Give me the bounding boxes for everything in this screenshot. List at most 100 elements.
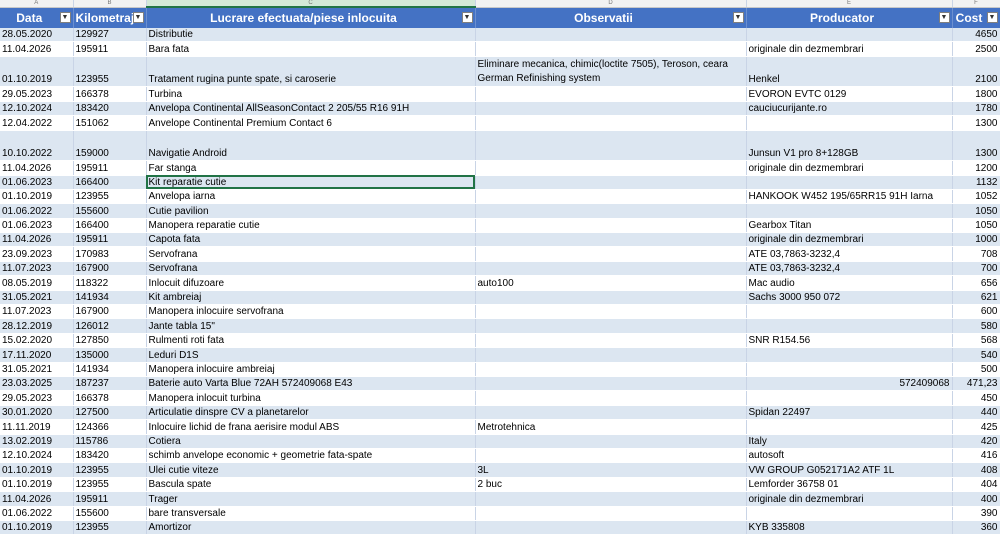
cell-cost[interactable]: 621 [952,290,1000,306]
cell-producator[interactable] [746,175,953,190]
cell-data[interactable]: 12.04.2022 [0,115,74,131]
cell-producator[interactable]: Junsun V1 pro 8+128GB [746,130,953,162]
cell-lucrare[interactable]: Inlocuire lichid de frana aerisire modul… [146,419,476,435]
cell-lucrare[interactable]: Amortizor [146,520,476,536]
cell-data[interactable]: 08.05.2019 [0,275,74,291]
cell-kilometraj[interactable]: 166400 [73,218,147,234]
cell-observatii[interactable] [475,390,747,406]
cell-producator[interactable]: autosoft [746,448,953,464]
cell-kilometraj[interactable]: 126012 [73,318,147,334]
cell-observatii[interactable] [475,520,747,536]
cell-lucrare[interactable]: Navigatie Android [146,130,476,162]
cell-cost[interactable]: 1050 [952,203,1000,219]
cell-lucrare[interactable]: Anvelopa iarna [146,189,476,205]
cell-observatii[interactable] [475,246,747,262]
cell-kilometraj[interactable]: 124366 [73,419,147,435]
cell-producator[interactable]: Gearbox Titan [746,218,953,234]
cell-cost[interactable]: 1052 [952,189,1000,205]
cell-observatii[interactable] [475,491,747,507]
cell-lucrare[interactable]: Capota fata [146,232,476,248]
cell-lucrare[interactable]: Bascula spate [146,477,476,493]
cell-cost[interactable]: 1780 [952,101,1000,117]
cell-lucrare[interactable]: Tratament rugina punte spate, si caroser… [146,56,476,88]
cell-lucrare[interactable]: Inlocuit difuzoare [146,275,476,291]
cell-producator[interactable]: originale din dezmembrari [746,160,953,176]
cell-lucrare[interactable]: Anvelope Continental Premium Contact 6 [146,115,476,131]
cell-data[interactable]: 11.07.2023 [0,261,74,277]
cell-kilometraj[interactable]: 166378 [73,390,147,406]
cell-kilometraj[interactable]: 155600 [73,506,147,521]
cell-observatii[interactable] [475,41,747,57]
cell-kilometraj[interactable]: 123955 [73,56,147,88]
column-letter[interactable]: F [952,0,1000,8]
cell-producator[interactable] [746,362,953,378]
column-letter[interactable]: B [73,0,147,8]
cell-data[interactable]: 15.02.2020 [0,333,74,349]
cell-observatii[interactable] [475,175,747,190]
cell-observatii[interactable] [475,86,747,102]
cell-cost[interactable]: 600 [952,304,1000,320]
cell-data[interactable]: 01.10.2019 [0,189,74,205]
filter-dropdown-icon[interactable]: ▼ [938,11,950,23]
cell-data[interactable]: 01.10.2019 [0,56,74,88]
cell-producator[interactable]: SNR R154.56 [746,333,953,349]
cell-lucrare[interactable]: Rulmenti roti fata [146,333,476,349]
cell-lucrare[interactable]: bare transversale [146,506,476,521]
cell-observatii[interactable] [475,130,747,162]
cell-cost[interactable]: 500 [952,362,1000,378]
cell-kilometraj[interactable]: 141934 [73,290,147,306]
cell-observatii[interactable] [475,115,747,131]
cell-kilometraj[interactable]: 183420 [73,101,147,117]
cell-data[interactable]: 12.10.2024 [0,101,74,117]
cell-cost[interactable]: 700 [952,261,1000,277]
cell-data[interactable]: 11.07.2023 [0,304,74,320]
cell-data[interactable]: 23.09.2023 [0,246,74,262]
cell-data[interactable]: 10.10.2022 [0,130,74,162]
cell-kilometraj[interactable]: 166378 [73,86,147,102]
cell-data[interactable]: 30.01.2020 [0,405,74,421]
cell-kilometraj[interactable]: 195911 [73,491,147,507]
cell-producator[interactable] [746,347,953,363]
cell-cost[interactable]: 360 [952,520,1000,536]
cell-producator[interactable]: Henkel [746,56,953,88]
filter-dropdown-icon[interactable]: ▼ [732,11,744,23]
cell-producator[interactable]: HANKOOK W452 195/65RR15 91H Iarna [746,189,953,205]
cell-kilometraj[interactable]: 123955 [73,189,147,205]
cell-observatii[interactable] [475,362,747,378]
cell-observatii[interactable] [475,290,747,306]
cell-kilometraj[interactable]: 135000 [73,347,147,363]
cell-lucrare[interactable]: Manopera inlocuit turbina [146,390,476,406]
cell-cost[interactable]: 440 [952,405,1000,421]
cell-data[interactable]: 13.02.2019 [0,434,74,449]
cell-cost[interactable]: 580 [952,318,1000,334]
cell-data[interactable]: 01.10.2019 [0,520,74,536]
column-letter[interactable]: E [746,0,953,8]
cell-lucrare[interactable]: Leduri D1S [146,347,476,363]
cell-kilometraj[interactable]: 123955 [73,477,147,493]
cell-observatii[interactable] [475,160,747,176]
cell-kilometraj[interactable]: 155600 [73,203,147,219]
cell-kilometraj[interactable]: 170983 [73,246,147,262]
cell-lucrare[interactable]: Far stanga [146,160,476,176]
cell-data[interactable]: 01.06.2022 [0,203,74,219]
cell-observatii[interactable] [475,28,747,43]
filter-dropdown-icon[interactable]: ▼ [59,11,71,23]
cell-kilometraj[interactable]: 127850 [73,333,147,349]
cell-observatii[interactable] [475,101,747,117]
cell-lucrare[interactable]: Cutie pavilion [146,203,476,219]
cell-producator[interactable]: KYB 335808 [746,520,953,536]
cell-observatii[interactable] [475,232,747,248]
cell-observatii[interactable]: 2 buc [475,477,747,493]
cell-data[interactable]: 01.06.2023 [0,218,74,234]
cell-cost[interactable]: 656 [952,275,1000,291]
cell-observatii[interactable] [475,318,747,334]
cell-kilometraj[interactable]: 195911 [73,160,147,176]
cell-producator[interactable]: 572409068 [746,376,953,392]
cell-kilometraj[interactable]: 123955 [73,520,147,536]
cell-lucrare[interactable]: Manopera reparatie cutie [146,218,476,234]
cell-lucrare[interactable]: Manopera inlocuire ambreiaj [146,362,476,378]
cell-observatii[interactable] [475,405,747,421]
cell-observatii[interactable]: Eliminare mecanica, chimic(loctite 7505)… [475,56,747,88]
cell-cost[interactable]: 408 [952,462,1000,478]
cell-lucrare[interactable]: Servofrana [146,261,476,277]
